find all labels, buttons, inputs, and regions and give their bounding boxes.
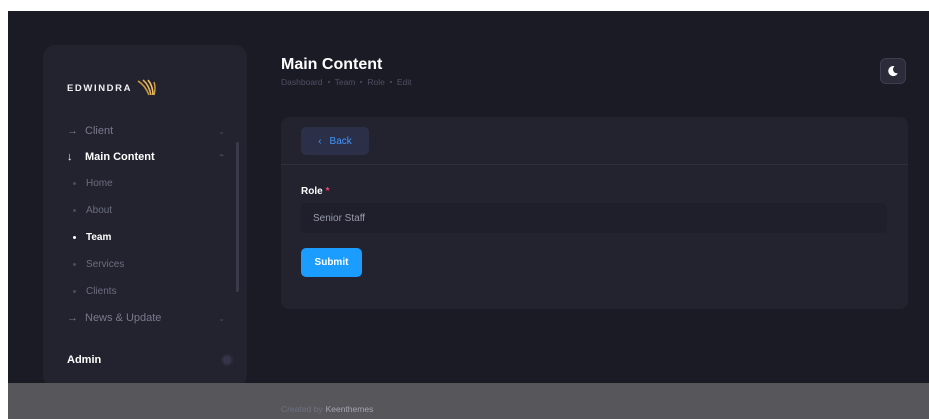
page-title: Main Content <box>281 56 383 73</box>
sidebar-subitem-team[interactable]: Team <box>73 229 223 245</box>
breadcrumb-item-dashboard[interactable]: Dashboard <box>281 77 323 87</box>
sidebar-subitem-label: Home <box>86 177 113 189</box>
footer-prefix: Created by <box>281 404 323 414</box>
chevron-down-icon: ⌄ <box>218 313 225 323</box>
breadcrumb-item-edit: Edit <box>396 77 412 87</box>
arrow-right-icon: → <box>67 312 78 324</box>
logo-text: EDWINDRA <box>67 82 133 94</box>
footer: Created by Keenthemes <box>8 383 929 419</box>
chevron-down-icon: ⌄ <box>218 126 225 136</box>
logo[interactable]: EDWINDRA <box>67 79 160 97</box>
back-button-label: Back <box>329 135 352 147</box>
sidebar-subitem-label: Clients <box>86 285 117 297</box>
sidebar-item-client[interactable]: → Client ⌄ <box>67 122 231 140</box>
chevron-up-icon: ⌃ <box>218 152 225 162</box>
sidebar-scrollbar[interactable] <box>236 142 239 292</box>
breadcrumb: Dashboard Team Role Edit <box>281 77 412 87</box>
sidebar-subitem-clients[interactable]: Clients <box>73 283 223 299</box>
card-divider <box>281 164 908 165</box>
breadcrumb-separator <box>389 81 392 83</box>
role-field-label: Role * <box>301 186 330 197</box>
sidebar-item-label: News & Update <box>85 312 162 324</box>
footer-text: Created by Keenthemes <box>281 404 373 414</box>
bullet-icon <box>73 262 76 266</box>
arrow-right-icon: → <box>67 125 78 137</box>
role-input[interactable]: Senior Staff <box>301 203 887 233</box>
bullet-icon <box>73 208 76 212</box>
theme-toggle-button[interactable] <box>880 58 906 84</box>
sidebar: EDWINDRA → Client ⌄ ↓ Main Content ⌃ Hom… <box>43 45 247 387</box>
required-mark: * <box>325 186 330 197</box>
wheat-logo-icon <box>137 79 156 96</box>
bullet-icon <box>73 289 76 293</box>
sidebar-subitem-about[interactable]: About <box>73 202 223 218</box>
sidebar-subitem-services[interactable]: Services <box>73 256 223 272</box>
sidebar-item-main-content[interactable]: ↓ Main Content ⌃ <box>67 148 231 166</box>
footer-brand-link[interactable]: Keenthemes <box>326 404 374 414</box>
bullet-icon <box>73 235 76 239</box>
role-label-text: Role <box>301 186 323 197</box>
back-button[interactable]: ‹ Back <box>301 127 369 155</box>
sidebar-subitem-label: Services <box>86 258 125 270</box>
sidebar-subitem-home[interactable]: Home <box>73 175 223 191</box>
sidebar-item-label: Main Content <box>85 151 155 163</box>
breadcrumb-item-team[interactable]: Team <box>335 77 356 87</box>
sidebar-subitem-label: Team <box>86 231 112 243</box>
settings-icon[interactable] <box>223 356 231 364</box>
sidebar-item-label: Client <box>85 125 114 137</box>
sidebar-item-news-update[interactable]: → News & Update ⌄ <box>67 309 231 327</box>
breadcrumb-separator <box>327 81 330 83</box>
arrow-down-icon: ↓ <box>67 151 73 163</box>
chevron-left-icon: ‹ <box>318 135 322 147</box>
app-window: EDWINDRA → Client ⌄ ↓ Main Content ⌃ Hom… <box>8 11 929 419</box>
moon-icon <box>888 66 898 77</box>
submit-button[interactable]: Submit <box>301 248 362 277</box>
breadcrumb-separator <box>360 81 363 83</box>
sidebar-subitem-label: About <box>86 204 113 216</box>
breadcrumb-item-role[interactable]: Role <box>367 77 384 87</box>
admin-user-menu[interactable]: Admin <box>67 351 231 369</box>
edit-role-card: ‹ Back Role * Senior Staff Submit <box>281 117 908 309</box>
bullet-icon <box>73 181 76 185</box>
admin-label: Admin <box>67 354 102 366</box>
